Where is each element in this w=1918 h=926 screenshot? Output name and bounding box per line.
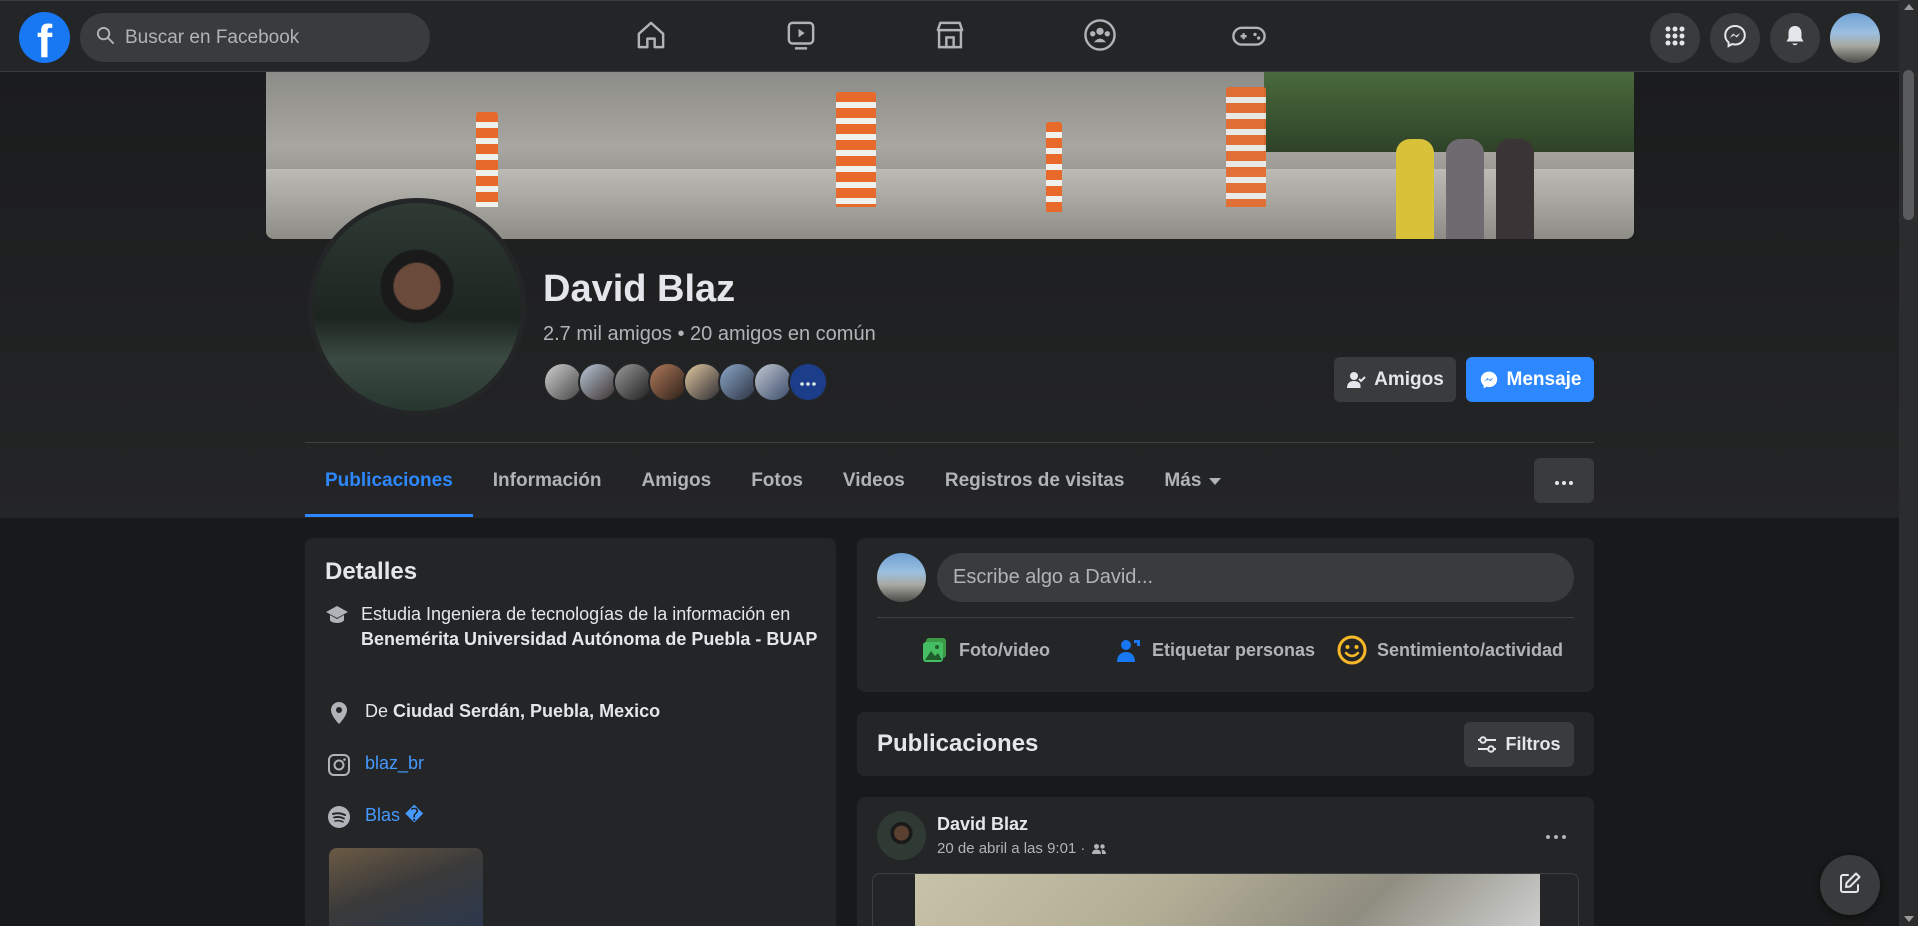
more-dots-icon — [1546, 826, 1566, 844]
mutual-friend-avatar[interactable] — [578, 362, 618, 402]
mutual-friend-avatar[interactable] — [753, 362, 793, 402]
search-box[interactable] — [80, 13, 430, 62]
groups-icon — [1083, 18, 1117, 57]
mutual-friend-avatar[interactable] — [543, 362, 583, 402]
top-navigation-bar: f — [0, 0, 1899, 72]
composer-input[interactable] — [953, 566, 1574, 589]
friends-button-label: Amigos — [1374, 368, 1444, 390]
post-card: David Blaz 20 de abril a las 9:01 · — [857, 797, 1594, 926]
profile-name: David Blaz — [543, 268, 736, 310]
friends-button[interactable]: Amigos — [1334, 357, 1456, 402]
friend-check-icon — [1346, 370, 1366, 390]
message-button-label: Mensaje — [1506, 368, 1582, 390]
post-options-button[interactable] — [1538, 817, 1574, 853]
tag-people-icon — [1114, 636, 1142, 664]
more-dots-icon — [1555, 472, 1573, 490]
post-timestamp[interactable]: 20 de abril a las 9:01 · — [937, 840, 1085, 857]
nav-gaming[interactable] — [1193, 11, 1305, 63]
caret-down-icon — [1209, 477, 1222, 485]
page-scrollbar[interactable] — [1899, 0, 1918, 926]
bell-icon — [1784, 24, 1806, 53]
posts-header: Publicaciones Filtros — [857, 712, 1594, 776]
profile-tabs: Publicaciones Información Amigos Fotos V… — [305, 445, 1241, 517]
smiley-icon — [1337, 635, 1367, 665]
post-author-avatar[interactable] — [877, 811, 926, 860]
scroll-down-arrow-icon[interactable] — [1904, 916, 1914, 922]
mutual-friend-avatar[interactable] — [718, 362, 758, 402]
nav-watch[interactable] — [745, 11, 857, 63]
graduation-cap-icon — [325, 602, 349, 652]
tab-informacion[interactable]: Información — [473, 445, 622, 517]
photo-video-button[interactable]: Foto/video — [921, 622, 1050, 678]
location-pin-icon — [325, 699, 353, 725]
feeling-activity-button[interactable]: Sentimiento/actividad — [1337, 622, 1563, 678]
search-input[interactable] — [125, 26, 405, 49]
education-school-link[interactable]: Benemérita Universidad Autónoma de Puebl… — [361, 629, 817, 649]
spotify-row: Blas � — [325, 803, 423, 829]
instagram-row: blaz_br — [325, 751, 424, 777]
profile-more-options-button[interactable] — [1534, 458, 1594, 503]
nav-groups[interactable] — [1044, 11, 1156, 63]
post-meta: 20 de abril a las 9:01 · — [937, 840, 1107, 857]
messenger-icon — [1723, 24, 1747, 53]
education-row: Estudia Ingeniera de tecnologías de la i… — [325, 602, 820, 652]
facebook-logo[interactable]: f — [19, 12, 70, 63]
details-title: Detalles — [325, 558, 418, 585]
featured-photo[interactable] — [329, 848, 483, 926]
tab-amigos[interactable]: Amigos — [622, 445, 732, 517]
hometown-link[interactable]: Ciudad Serdán, Puebla, Mexico — [393, 701, 660, 721]
watch-icon — [784, 18, 818, 57]
friends-count[interactable]: 2.7 mil amigos • 20 amigos en común — [543, 323, 876, 346]
posts-title: Publicaciones — [877, 730, 1039, 757]
header-divider — [305, 442, 1594, 443]
photo-icon — [921, 636, 949, 664]
sliders-icon — [1477, 735, 1497, 754]
new-message-button[interactable] — [1820, 855, 1880, 915]
filters-button[interactable]: Filtros — [1464, 722, 1574, 767]
tab-mas[interactable]: Más — [1144, 445, 1241, 517]
tab-publicaciones[interactable]: Publicaciones — [305, 445, 473, 517]
scroll-thumb[interactable] — [1903, 70, 1914, 220]
gaming-icon — [1231, 18, 1267, 57]
spotify-icon — [325, 803, 353, 829]
tab-videos[interactable]: Videos — [823, 445, 925, 517]
home-icon — [634, 18, 668, 57]
hometown-row: De Ciudad Serdán, Puebla, Mexico — [325, 699, 660, 725]
grid-menu-icon — [1664, 25, 1686, 52]
nav-marketplace[interactable] — [894, 11, 1006, 63]
details-card: Detalles Estudia Ingeniera de tecnología… — [305, 538, 836, 926]
friends-audience-icon[interactable] — [1091, 843, 1107, 855]
instagram-icon — [325, 751, 353, 777]
tab-fotos[interactable]: Fotos — [731, 445, 823, 517]
more-mutual-friends[interactable] — [788, 362, 828, 402]
mutual-friend-avatar[interactable] — [648, 362, 688, 402]
post-author-name[interactable]: David Blaz — [937, 814, 1028, 835]
menu-button[interactable] — [1650, 13, 1700, 63]
profile-picture[interactable] — [308, 198, 526, 416]
messenger-icon — [1479, 370, 1499, 390]
mutual-friend-avatar[interactable] — [613, 362, 653, 402]
account-avatar[interactable] — [1830, 13, 1880, 63]
instagram-link[interactable]: blaz_br — [365, 751, 424, 777]
tab-registros-de-visitas[interactable]: Registros de visitas — [925, 445, 1145, 517]
compose-icon — [1838, 871, 1862, 900]
composer-input-box[interactable] — [937, 553, 1574, 602]
mutual-friends-avatars — [543, 362, 828, 402]
search-icon — [96, 26, 115, 50]
notifications-button[interactable] — [1770, 13, 1820, 63]
spotify-link[interactable]: Blas � — [365, 803, 423, 829]
more-dots-icon — [800, 373, 816, 391]
composer-avatar[interactable] — [877, 553, 926, 602]
mutual-friend-avatar[interactable] — [683, 362, 723, 402]
message-button[interactable]: Mensaje — [1466, 357, 1594, 402]
scroll-up-arrow-icon[interactable] — [1904, 4, 1914, 10]
nav-home[interactable] — [595, 11, 707, 63]
tag-people-button[interactable]: Etiquetar personas — [1114, 622, 1315, 678]
post-media[interactable] — [872, 873, 1579, 926]
messenger-button[interactable] — [1710, 13, 1760, 63]
post-composer: Foto/video Etiquetar personas Sentimient… — [857, 538, 1594, 692]
marketplace-icon — [933, 18, 967, 57]
